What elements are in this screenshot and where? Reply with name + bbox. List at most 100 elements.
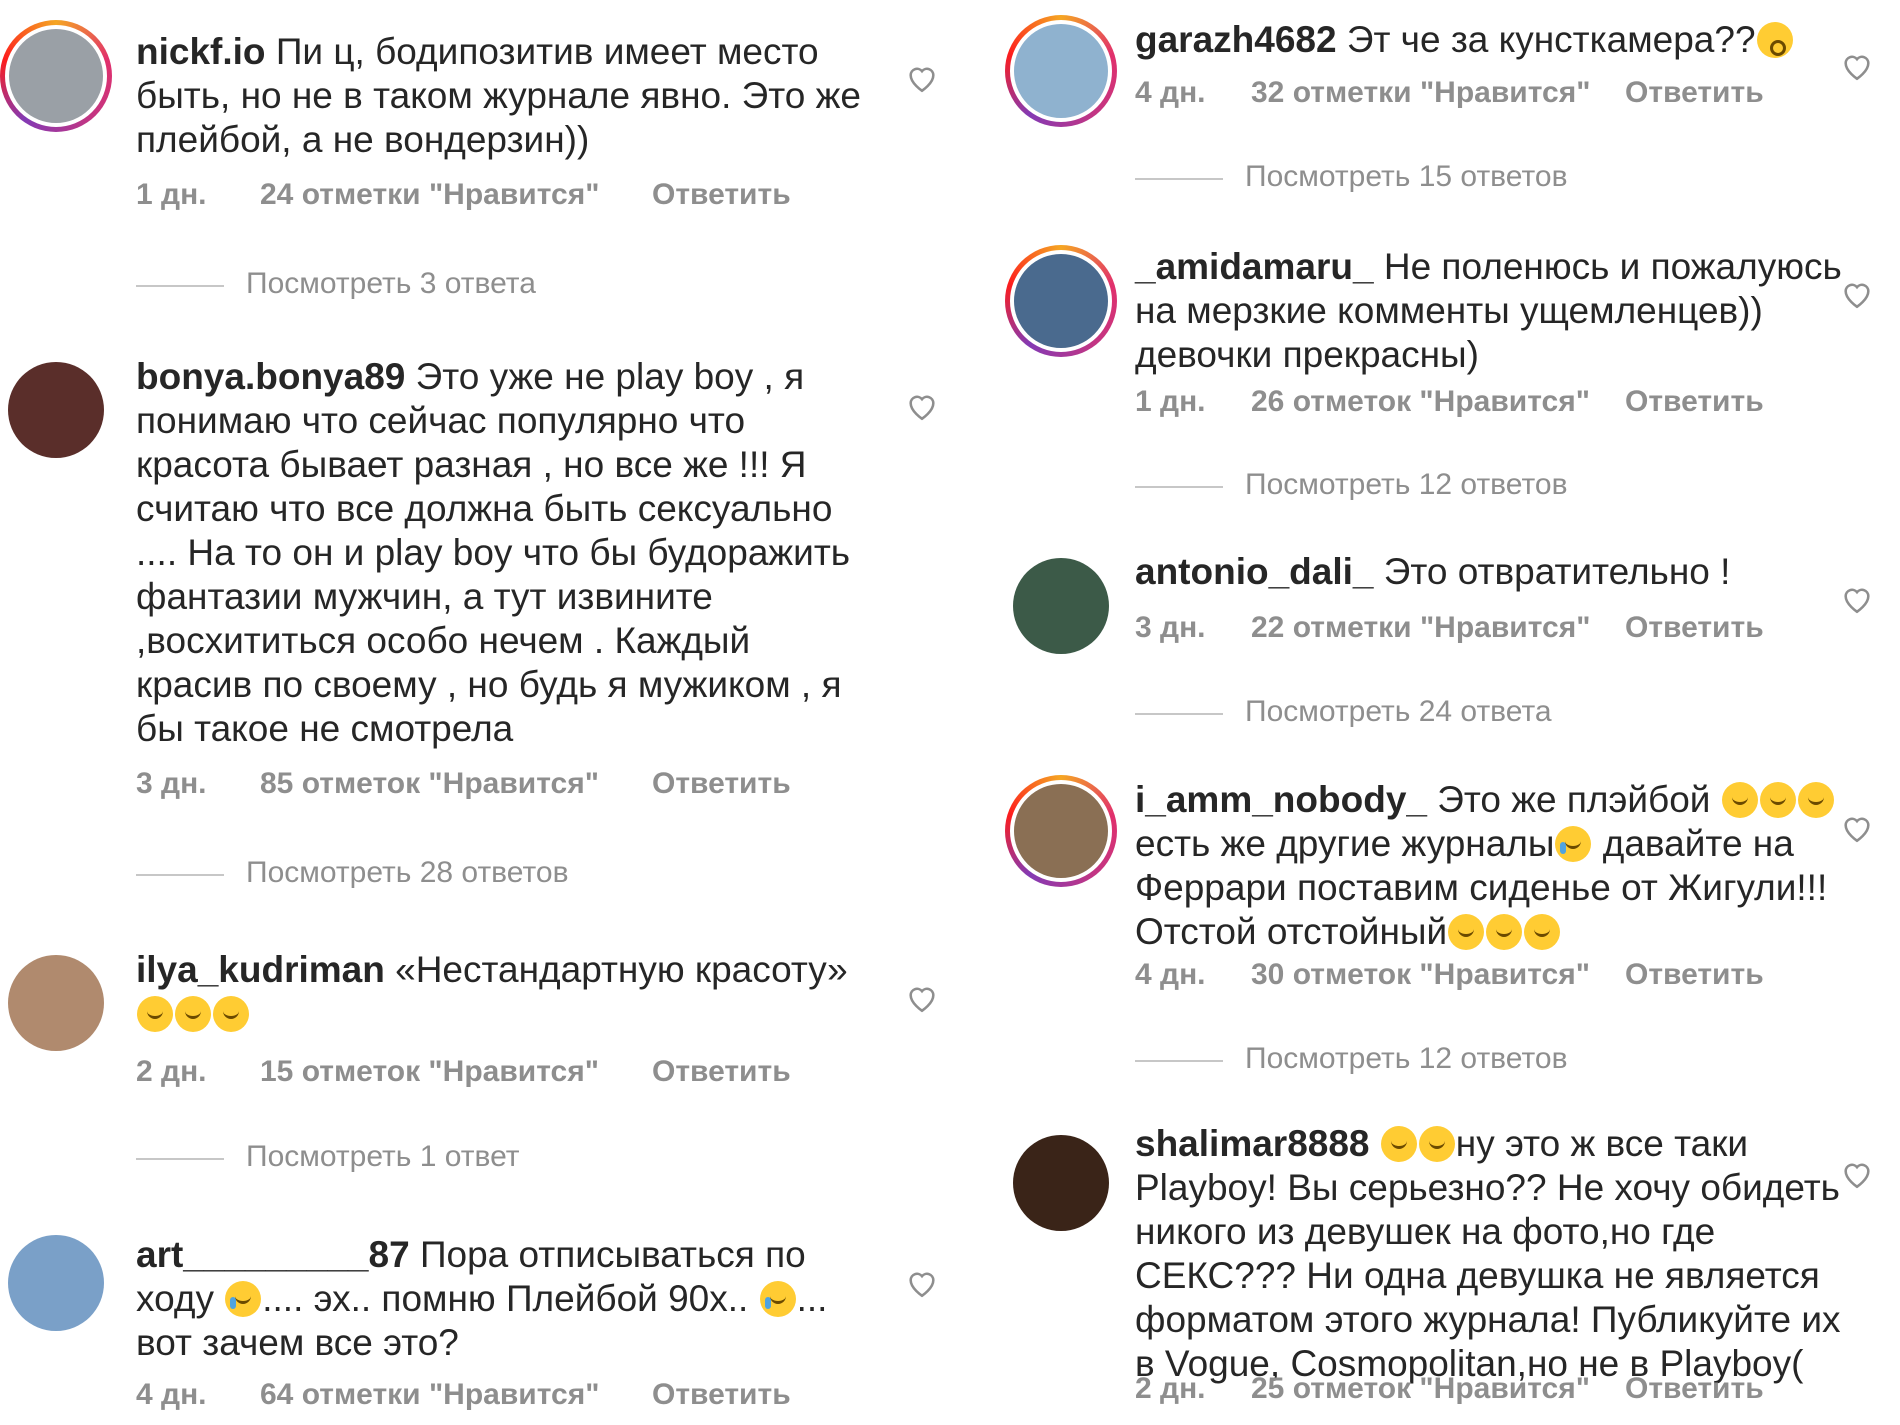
- replies-divider: [1135, 178, 1223, 180]
- like-heart-icon[interactable]: [905, 62, 939, 94]
- username[interactable]: shalimar8888: [1135, 1123, 1370, 1164]
- likes-count[interactable]: 85 отметок "Нравится": [260, 767, 599, 801]
- comment-age: 2 дн.: [1135, 1372, 1206, 1405]
- comment-age: 4 дн.: [1135, 76, 1206, 109]
- eye-roll-emoji-icon: [1418, 1126, 1455, 1162]
- likes-count[interactable]: 22 отметки "Нравится": [1251, 611, 1590, 645]
- comment-age: 1 дн.: [136, 178, 207, 211]
- view-replies-link[interactable]: Посмотреть 3 ответа: [136, 267, 636, 303]
- replies-divider: [1135, 486, 1223, 488]
- likes-count[interactable]: 30 отметок "Нравится": [1251, 958, 1590, 992]
- comment-age: 2 дн.: [136, 1055, 207, 1088]
- reply-button[interactable]: Ответить: [1625, 958, 1764, 992]
- view-replies-link[interactable]: Посмотреть 28 ответов: [136, 856, 636, 892]
- avatar[interactable]: [0, 20, 112, 132]
- view-replies-link[interactable]: Посмотреть 12 ответов: [1135, 468, 1635, 504]
- avatar[interactable]: [1005, 15, 1117, 127]
- like-heart-icon[interactable]: [905, 1267, 939, 1299]
- replies-divider: [1135, 1060, 1223, 1062]
- reply-button[interactable]: Ответить: [652, 1055, 791, 1089]
- tongue-out-emoji-icon: [1797, 782, 1834, 818]
- tongue-out-emoji-icon: [1448, 914, 1485, 950]
- likes-count[interactable]: 32 отметки "Нравится": [1251, 76, 1590, 110]
- comment-item: _amidamaru_ Не поленюсь и пожалуюсь на м…: [995, 230, 1900, 510]
- comment-text: antonio_dali_ Это отвратительно !: [1135, 551, 1731, 592]
- tongue-out-emoji-icon: [1721, 782, 1758, 818]
- crying-emoji-icon: [1555, 826, 1592, 862]
- comment-meta: 2 дн. 25 отметок "Нравится" Ответить: [1135, 1372, 1835, 1408]
- comment-age: 4 дн.: [136, 1378, 207, 1411]
- laughing-crying-emoji-icon: [175, 996, 211, 1032]
- username[interactable]: antonio_dali_: [1135, 551, 1373, 592]
- tongue-out-emoji-icon: [1486, 914, 1523, 950]
- like-heart-icon[interactable]: [1840, 278, 1874, 310]
- comment-item: shalimar8888 ну это ж все таки Playboy! …: [995, 1110, 1900, 1425]
- view-replies-link[interactable]: Посмотреть 15 ответов: [1135, 160, 1635, 196]
- replies-divider: [136, 285, 224, 287]
- comment-item: art_________87 Пора отписываться по ходу…: [0, 1215, 935, 1425]
- username[interactable]: ilya_kudriman: [136, 949, 385, 990]
- like-heart-icon[interactable]: [1840, 1158, 1874, 1190]
- reply-button[interactable]: Ответить: [652, 1378, 791, 1412]
- likes-count[interactable]: 25 отметок "Нравится": [1251, 1372, 1590, 1406]
- tongue-out-emoji-icon: [1524, 914, 1561, 950]
- comment-item: bonya.bonya89 Это уже не play boy , я по…: [0, 340, 935, 900]
- hand-over-mouth-emoji-icon: [1380, 1126, 1417, 1162]
- reply-button[interactable]: Ответить: [1625, 76, 1764, 110]
- username[interactable]: _amidamaru_: [1135, 246, 1374, 287]
- comment-text: shalimar8888 ну это ж все таки Playboy! …: [1135, 1123, 1841, 1384]
- comment-text: bonya.bonya89 Это уже не play boy , я по…: [136, 356, 851, 749]
- replies-divider: [136, 874, 224, 876]
- comment-meta: 4 дн. 64 отметки "Нравится" Ответить: [136, 1378, 856, 1414]
- comment-item: ilya_kudriman «Нестандартную красоту» 2 …: [0, 930, 935, 1180]
- comment-text: ilya_kudriman «Нестандартную красоту»: [136, 948, 856, 1036]
- reply-button[interactable]: Ответить: [1625, 1372, 1764, 1406]
- reply-button[interactable]: Ответить: [1625, 611, 1764, 645]
- comment-age: 4 дн.: [1135, 958, 1206, 991]
- comment-age: 1 дн.: [1135, 385, 1206, 418]
- comment-meta: 1 дн. 24 отметки "Нравится" Ответить: [136, 178, 856, 214]
- view-replies-link[interactable]: Посмотреть 12 ответов: [1135, 1042, 1635, 1078]
- likes-count[interactable]: 64 отметки "Нравится": [260, 1378, 599, 1412]
- replies-divider: [1135, 713, 1223, 715]
- avatar[interactable]: [8, 1235, 104, 1331]
- comment-age: 3 дн.: [136, 767, 207, 800]
- comment-meta: 2 дн. 15 отметок "Нравится" Ответить: [136, 1055, 856, 1091]
- like-heart-icon[interactable]: [905, 390, 939, 422]
- avatar[interactable]: [1005, 775, 1117, 887]
- reply-button[interactable]: Ответить: [652, 767, 791, 801]
- avatar[interactable]: [8, 362, 104, 458]
- username[interactable]: nickf.io: [136, 31, 266, 72]
- comment-text: i_amm_nobody_ Это же плэйбой есть же дру…: [1135, 778, 1865, 954]
- like-heart-icon[interactable]: [1840, 50, 1874, 82]
- avatar[interactable]: [8, 955, 104, 1051]
- laughing-crying-emoji-icon: [137, 996, 173, 1032]
- username[interactable]: art_________87: [136, 1234, 410, 1275]
- tongue-out-emoji-icon: [1759, 782, 1796, 818]
- likes-count[interactable]: 24 отметки "Нравится": [260, 178, 599, 212]
- comment-meta: 4 дн. 30 отметок "Нравится" Ответить: [1135, 958, 1835, 994]
- view-replies-link[interactable]: Посмотреть 1 ответ: [136, 1140, 636, 1176]
- like-heart-icon[interactable]: [905, 982, 939, 1014]
- likes-count[interactable]: 15 отметок "Нравится": [260, 1055, 599, 1089]
- avatar[interactable]: [1005, 245, 1117, 357]
- username[interactable]: garazh4682: [1135, 19, 1337, 60]
- reply-button[interactable]: Ответить: [652, 178, 791, 212]
- comment-meta: 1 дн. 26 отметок "Нравится" Ответить: [1135, 385, 1835, 421]
- comment-meta: 3 дн. 85 отметок "Нравится" Ответить: [136, 767, 856, 803]
- username[interactable]: i_amm_nobody_: [1135, 779, 1427, 820]
- likes-count[interactable]: 26 отметок "Нравится": [1251, 385, 1590, 419]
- replies-divider: [136, 1158, 224, 1160]
- like-heart-icon[interactable]: [1840, 812, 1874, 844]
- comment-text: art_________87 Пора отписываться по ходу…: [136, 1234, 828, 1363]
- comment-text: nickf.io Пи ц, бодипозитив имеет место б…: [136, 31, 861, 160]
- crying-emoji-icon: [225, 1281, 262, 1317]
- avatar[interactable]: [1013, 558, 1109, 654]
- like-heart-icon[interactable]: [1840, 583, 1874, 615]
- reply-button[interactable]: Ответить: [1625, 385, 1764, 419]
- username[interactable]: bonya.bonya89: [136, 356, 405, 397]
- view-replies-link[interactable]: Посмотреть 24 ответа: [1135, 695, 1635, 731]
- avatar[interactable]: [1013, 1135, 1109, 1231]
- surprised-emoji-icon: [1756, 22, 1793, 58]
- comment-text: garazh4682 Эт че за кунсткамера??: [1135, 18, 1835, 62]
